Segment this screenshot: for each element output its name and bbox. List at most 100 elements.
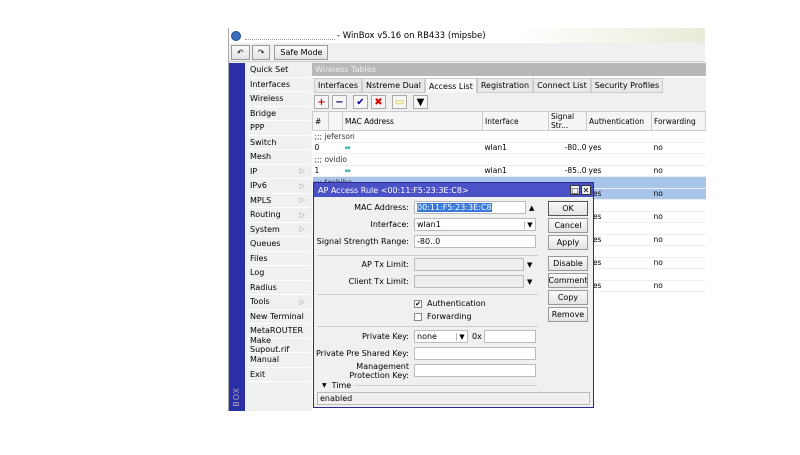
col-interface[interactable]: Interface	[482, 111, 549, 131]
group-comment: ;;; ovidio	[312, 153, 706, 166]
col-signal[interactable]: Signal Str...	[548, 111, 587, 131]
filter-icon[interactable]: ▼	[413, 95, 428, 109]
sidebar-item-exit[interactable]: Exit	[246, 367, 311, 382]
mac-address-field[interactable]: 00:11:F5:23:3E:C8	[414, 201, 526, 214]
mpk-label: Management Protection Key:	[349, 361, 409, 380]
ap-tx-limit-field[interactable]	[414, 258, 524, 271]
close-icon[interactable]: ✕	[581, 185, 591, 195]
sidebar-item-label: Interfaces	[250, 79, 290, 89]
row-auth: yes	[586, 188, 652, 200]
group-comment-row[interactable]: ;;; ovidio	[312, 153, 706, 166]
sidebar-item-manual[interactable]: Manual	[246, 353, 311, 368]
private-key-select[interactable]: none ▼	[414, 330, 468, 343]
dropdown-icon[interactable]: ▼	[524, 220, 535, 229]
management-protection-key-field[interactable]	[414, 364, 536, 377]
sidebar-item-quick-set[interactable]: Quick Set	[246, 63, 311, 78]
disable-icon[interactable]: ✖	[371, 95, 386, 109]
ok-button[interactable]: OK	[548, 201, 588, 216]
group-comment: ;;; jeferson	[312, 130, 706, 143]
sidebar-item-label: IP	[250, 166, 258, 176]
tab-registration[interactable]: Registration	[476, 78, 534, 93]
remove-button[interactable]: Remove	[548, 307, 588, 322]
sidebar-item-log[interactable]: Log	[246, 266, 311, 281]
client-tx-label: Client Tx Limit:	[348, 277, 409, 286]
collapse-icon: ▼	[322, 382, 327, 389]
sidebar-item-new-terminal[interactable]: New Terminal	[246, 309, 311, 324]
collapse-up-icon[interactable]: ▲	[529, 204, 534, 212]
sidebar-item-switch[interactable]: Switch	[246, 135, 311, 150]
sidebar-brand-strip: BOX	[229, 63, 245, 411]
sidebar-item-routing[interactable]: Routing ▷	[246, 208, 311, 223]
client-tx-limit-field[interactable]	[414, 275, 524, 288]
forwarding-checkbox[interactable]: Forwarding	[414, 310, 472, 323]
sidebar-item-wireless[interactable]: Wireless	[246, 92, 311, 107]
remove-icon[interactable]: −	[332, 95, 347, 109]
tab-connect-list[interactable]: Connect List	[533, 78, 591, 93]
group-comment-row[interactable]: ;;; jeferson	[312, 130, 706, 143]
submenu-arrow-icon: ▷	[299, 196, 305, 205]
winbox-logo-icon	[231, 30, 241, 41]
row-signal: -80..0	[548, 142, 587, 154]
row-num: 1	[312, 165, 329, 177]
authentication-checkbox[interactable]: ✔ Authentication	[414, 297, 486, 310]
col-forwarding[interactable]: Forwarding	[651, 111, 706, 131]
safe-mode-button[interactable]: Safe Mode	[274, 44, 329, 60]
col-auth[interactable]: Authentication	[586, 111, 652, 131]
enable-icon[interactable]: ✔	[353, 95, 368, 109]
tab-security-profiles[interactable]: Security Profiles	[590, 78, 664, 93]
sidebar-item-make-supout-rif[interactable]: Make Supout.rif	[246, 336, 311, 354]
sidebar-item-bridge[interactable]: Bridge	[246, 106, 311, 121]
table-row[interactable]: 1 ⇔ wlan1 -85..0 yes no	[312, 165, 706, 177]
sidebar-item-queues[interactable]: Queues	[246, 237, 311, 252]
mac-entry-icon: ⇔	[344, 166, 351, 176]
row-forwarding: no	[651, 165, 706, 177]
copy-button[interactable]: Copy	[548, 290, 588, 305]
mac-label: MAC Address:	[354, 203, 409, 212]
sidebar-item-interfaces[interactable]: Interfaces	[246, 77, 311, 92]
sidebar-item-label: IPv6	[250, 181, 268, 191]
sidebar-item-mesh[interactable]: Mesh	[246, 150, 311, 165]
undo-button[interactable]: ↶	[231, 44, 250, 60]
comment-button[interactable]: Comment	[548, 273, 588, 288]
dropdown-icon[interactable]: ▼	[456, 332, 467, 341]
title-bar: - WinBox v5.16 on RB433 (mipsbe)	[229, 28, 705, 43]
dropdown-icon[interactable]: ▼	[527, 278, 532, 286]
sidebar-item-mpls[interactable]: MPLS ▷	[246, 193, 311, 208]
submenu-arrow-icon: ▷	[299, 167, 305, 176]
sidebar-item-label: MPLS	[250, 195, 272, 205]
disable-button[interactable]: Disable	[548, 256, 588, 271]
private-pre-shared-key-field[interactable]	[414, 347, 536, 360]
tab-access-list[interactable]: Access List	[424, 78, 477, 93]
ap-tx-label: AP Tx Limit:	[361, 260, 409, 269]
redo-button[interactable]: ↷	[251, 44, 271, 60]
interface-select[interactable]: wlan1 ▼	[414, 218, 536, 231]
main-toolbar: ↶ ↷ Safe Mode	[229, 43, 705, 62]
sidebar-item-ppp[interactable]: PPP	[246, 121, 311, 136]
col-num[interactable]: #	[312, 111, 329, 131]
sidebar-item-ip[interactable]: IP ▷	[246, 164, 311, 179]
sidebar-menu: Quick Set Interfaces Wireless Bridge PPP Swit…	[246, 63, 311, 382]
dropdown-icon[interactable]: ▼	[527, 261, 532, 269]
sidebar-item-system[interactable]: System ▷	[246, 222, 311, 237]
sidebar-item-ipv6[interactable]: IPv6 ▷	[246, 179, 311, 194]
sidebar-item-label: PPP	[250, 123, 265, 133]
apply-button[interactable]: Apply	[548, 235, 588, 250]
sidebar-item-radius[interactable]: Radius	[246, 280, 311, 295]
time-section-toggle[interactable]: ▼ Time	[322, 379, 537, 392]
tab-nstreme-dual[interactable]: Nstreme Dual	[361, 78, 425, 93]
sidebar-item-files[interactable]: Files	[246, 251, 311, 266]
cancel-button[interactable]: Cancel	[548, 218, 588, 233]
tab-interfaces[interactable]: Interfaces	[314, 78, 362, 93]
col-mac[interactable]: MAC Address	[342, 111, 483, 131]
signal-range-field[interactable]: -80..0	[414, 235, 536, 248]
window-title: - WinBox v5.16 on RB433 (mipsbe)	[337, 30, 486, 41]
maximize-icon[interactable]: □	[570, 185, 580, 195]
sidebar-item-tools[interactable]: Tools ▷	[246, 295, 311, 310]
comment-icon[interactable]: ▭	[392, 95, 407, 109]
table-row[interactable]: 0 ⇔ wlan1 -80..0 yes no	[312, 142, 706, 154]
interface-label: Interface:	[370, 220, 409, 229]
tab-bar: Interfaces Nstreme Dual Access List Registr…	[312, 78, 706, 93]
ap-access-rule-dialog: AP Access Rule <00:11:F5:23:3E:C8> □ ✕ MA…	[313, 182, 594, 408]
private-key-hex-field[interactable]	[484, 330, 536, 343]
add-icon[interactable]: +	[314, 95, 329, 109]
